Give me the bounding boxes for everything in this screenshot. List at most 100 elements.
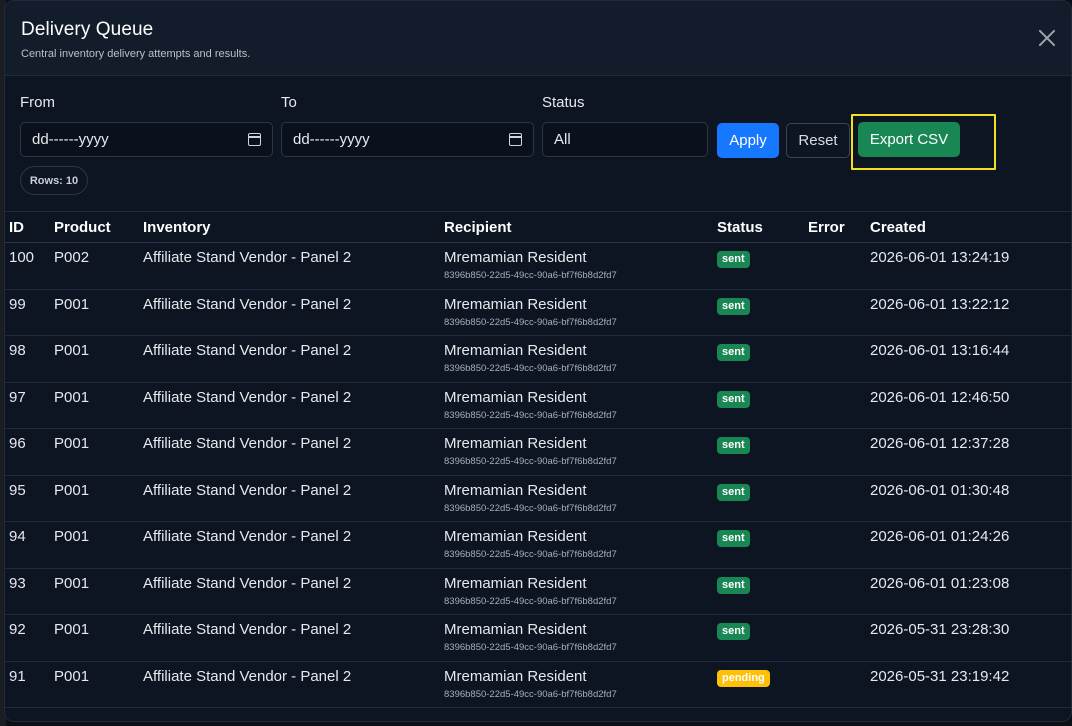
table-row[interactable]: 96 P001 Affiliate Stand Vendor - Panel 2 Mr… <box>5 429 1071 476</box>
recipient-id: 8396b850-22d5-49cc-90a6-bf7f6b8d2fd7 <box>444 688 617 700</box>
column-header-status[interactable]: Status <box>713 211 804 243</box>
cell-created: 2026-06-01 13:24:19 <box>870 249 1010 266</box>
column-header-product[interactable]: Product <box>50 211 139 243</box>
cell-status: sent <box>713 382 804 429</box>
column-header-inventory[interactable]: Inventory <box>139 211 440 243</box>
recipient-id: 8396b850-22d5-49cc-90a6-bf7f6b8d2fd7 <box>444 595 617 607</box>
table-row[interactable]: 97 P001 Affiliate Stand Vendor - Panel 2 Mr… <box>5 382 1071 429</box>
cell-error <box>804 382 866 429</box>
from-date-input[interactable]: dd------yyyy <box>20 122 273 157</box>
cell-recipient: Mremamian Resident 8396b850-22d5-49cc-90a… <box>440 522 713 569</box>
column-header-id[interactable]: ID <box>5 211 50 243</box>
status-badge: sent <box>717 483 750 501</box>
cell-error <box>804 289 866 336</box>
recipient-name: Mremamian Resident <box>444 667 587 685</box>
status-badge: sent <box>717 251 750 268</box>
table-row[interactable]: 91 P001 Affiliate Stand Vendor - Panel 2 Mr… <box>5 661 1071 708</box>
cell-recipient: Mremamian Resident 8396b850-22d5-49cc-90a… <box>440 429 713 476</box>
table-row[interactable]: 98 P001 Affiliate Stand Vendor - Panel 2 Mr… <box>5 336 1071 383</box>
cell-id: 99 <box>9 295 26 313</box>
cell-status: sent <box>713 522 804 569</box>
cell-inventory: Affiliate Stand Vendor - Panel 2 <box>143 574 352 592</box>
cell-status: sent <box>713 568 804 615</box>
cell-status: sent <box>713 336 804 383</box>
cell-recipient: Mremamian Resident 8396b850-22d5-49cc-90a… <box>440 568 713 615</box>
cell-recipient: Mremamian Resident 8396b850-22d5-49cc-90a… <box>440 382 713 429</box>
cell-status: pending <box>713 661 804 708</box>
cell-id: 98 <box>9 342 26 359</box>
column-header-created[interactable]: Created <box>866 211 1071 243</box>
modal-header: Delivery Queue Central inventory deliver… <box>5 1 1071 76</box>
recipient-name: Mremamian Resident <box>444 574 587 592</box>
calendar-icon[interactable] <box>509 133 522 146</box>
filters-bar: From dd------yyyy To dd------yyyy Status… <box>5 76 1071 211</box>
table-row[interactable]: 92 P001 Affiliate Stand Vendor - Panel 2 Mr… <box>5 615 1071 662</box>
cell-inventory: Affiliate Stand Vendor - Panel 2 <box>143 667 352 685</box>
column-header-recipient[interactable]: Recipient <box>440 211 713 243</box>
status-badge: sent <box>717 297 750 315</box>
recipient-name: Mremamian Resident <box>444 481 587 499</box>
reset-button[interactable]: Reset <box>786 123 850 158</box>
cell-error <box>804 661 866 708</box>
recipient-name: Mremamian Resident <box>444 435 587 452</box>
status-label: Status <box>542 94 585 111</box>
cell-product: P001 <box>54 342 90 359</box>
cell-recipient: Mremamian Resident 8396b850-22d5-49cc-90a… <box>440 475 713 522</box>
table-header-row: ID Product Inventory Recipient Status Error Cr… <box>5 211 1071 243</box>
to-label: To <box>281 94 297 111</box>
cell-created: 2026-06-01 01:23:08 <box>870 574 1010 592</box>
column-header-error[interactable]: Error <box>804 211 866 243</box>
cell-inventory: Affiliate Stand Vendor - Panel 2 <box>143 249 352 266</box>
table-row[interactable]: 93 P001 Affiliate Stand Vendor - Panel 2 Mr… <box>5 568 1071 615</box>
delivery-table: ID Product Inventory Recipient Status Error Cr… <box>5 211 1071 708</box>
table-row[interactable]: 95 P001 Affiliate Stand Vendor - Panel 2 Mr… <box>5 475 1071 522</box>
cell-id: 97 <box>9 388 26 406</box>
status-badge: sent <box>717 344 750 361</box>
recipient-id: 8396b850-22d5-49cc-90a6-bf7f6b8d2fd7 <box>444 363 617 374</box>
cell-id: 94 <box>9 528 26 545</box>
cell-product: P001 <box>54 667 90 685</box>
apply-button[interactable]: Apply <box>717 123 779 158</box>
recipient-id: 8396b850-22d5-49cc-90a6-bf7f6b8d2fd7 <box>444 502 617 514</box>
from-date-value: dd------yyyy <box>32 131 109 148</box>
cell-error <box>804 615 866 662</box>
status-select[interactable]: All <box>542 122 708 157</box>
delivery-queue-modal: Delivery Queue Central inventory deliver… <box>4 0 1072 722</box>
close-icon[interactable] <box>1037 27 1057 47</box>
table-row[interactable]: 94 P001 Affiliate Stand Vendor - Panel 2 Mr… <box>5 522 1071 569</box>
cell-id: 93 <box>9 574 26 592</box>
rows-count-badge: Rows: 10 <box>20 166 88 195</box>
cell-recipient: Mremamian Resident 8396b850-22d5-49cc-90a… <box>440 243 713 290</box>
cell-created: 2026-05-31 23:19:42 <box>870 667 1010 685</box>
cell-created: 2026-06-01 12:37:28 <box>870 435 1010 452</box>
cell-inventory: Affiliate Stand Vendor - Panel 2 <box>143 481 352 499</box>
cell-product: P001 <box>54 295 90 313</box>
modal-title: Delivery Queue <box>21 19 154 40</box>
status-badge: sent <box>717 390 750 408</box>
recipient-name: Mremamian Resident <box>444 249 587 266</box>
cell-recipient: Mremamian Resident 8396b850-22d5-49cc-90a… <box>440 615 713 662</box>
cell-id: 96 <box>9 435 26 452</box>
cell-product: P001 <box>54 388 90 406</box>
recipient-name: Mremamian Resident <box>444 528 587 545</box>
recipient-name: Mremamian Resident <box>444 342 587 359</box>
status-badge: pending <box>717 669 770 687</box>
cell-created: 2026-05-31 23:28:30 <box>870 621 1010 638</box>
cell-status: sent <box>713 615 804 662</box>
cell-status: sent <box>713 475 804 522</box>
cell-error <box>804 522 866 569</box>
cell-inventory: Affiliate Stand Vendor - Panel 2 <box>143 295 352 313</box>
cell-inventory: Affiliate Stand Vendor - Panel 2 <box>143 435 352 452</box>
cell-error <box>804 429 866 476</box>
status-badge: sent <box>717 576 750 594</box>
export-csv-button[interactable]: Export CSV <box>858 122 960 157</box>
table-row[interactable]: 100 P002 Affiliate Stand Vendor - Panel 2 M… <box>5 243 1071 290</box>
calendar-icon[interactable] <box>248 133 261 146</box>
recipient-id: 8396b850-22d5-49cc-90a6-bf7f6b8d2fd7 <box>444 456 617 467</box>
cell-product: P001 <box>54 481 90 499</box>
table-row[interactable]: 99 P001 Affiliate Stand Vendor - Panel 2 Mr… <box>5 289 1071 336</box>
cell-error <box>804 568 866 615</box>
to-date-input[interactable]: dd------yyyy <box>281 122 534 157</box>
to-date-value: dd------yyyy <box>293 131 370 148</box>
cell-recipient: Mremamian Resident 8396b850-22d5-49cc-90a… <box>440 661 713 708</box>
